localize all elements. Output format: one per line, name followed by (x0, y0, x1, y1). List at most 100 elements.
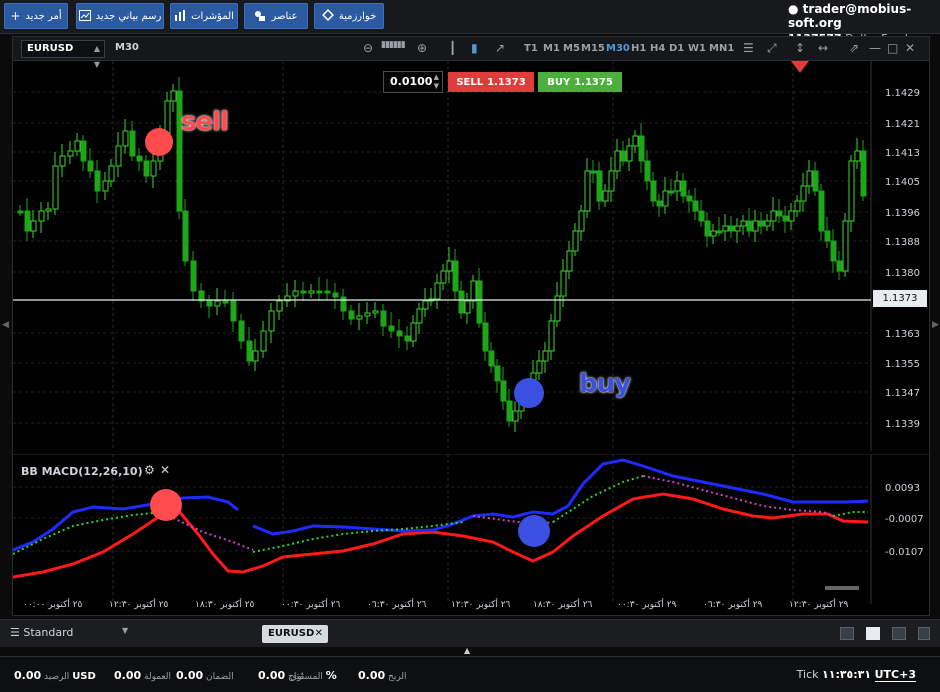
right-arrow-icon[interactable]: ▶ (932, 320, 939, 330)
sell-price: 1.1373 (487, 76, 526, 88)
symbol-tab-label: EURUSD (268, 628, 315, 639)
tf-d1[interactable]: D1 (669, 43, 684, 54)
new-order-button[interactable]: + أمر جديد (4, 3, 68, 29)
candle (446, 260, 453, 272)
candle (602, 190, 609, 202)
tf-m15[interactable]: M15 (581, 43, 605, 54)
collapse-panel-icon[interactable]: ▲ (464, 646, 470, 655)
zoom-slider[interactable]: ▮▮▮▮▮▮ (381, 40, 406, 50)
candle (416, 308, 423, 324)
close-icon[interactable]: ✕ (160, 463, 170, 477)
tf-w1[interactable]: W1 (688, 43, 706, 54)
candle (332, 292, 339, 298)
candle (300, 290, 307, 294)
price-tick-label: 1.1380 (885, 268, 920, 279)
level-label: المستوى (290, 672, 323, 682)
candle (252, 350, 259, 362)
layout-columns-icon[interactable] (892, 627, 906, 640)
status-bar: 0.00 الرصيد USD 0.00 العمولة الضمان 0.00… (0, 656, 940, 692)
tf-m1[interactable]: M1 (543, 43, 560, 54)
zoom-out-icon[interactable]: ⊖ (363, 41, 373, 55)
candle (190, 260, 197, 292)
candle (626, 145, 633, 162)
candle (348, 310, 355, 320)
layout-grid-icon[interactable] (866, 627, 880, 640)
current-price-label: 1.1373 (873, 290, 927, 307)
layout-rows-icon[interactable] (918, 627, 930, 640)
macd-blue-line (252, 458, 869, 536)
candle (102, 180, 109, 192)
free-value: 0.00 (258, 669, 286, 682)
candle (548, 320, 555, 352)
candle (452, 260, 459, 292)
gear-icon[interactable]: ⚙ (144, 463, 155, 477)
candle-chart-icon[interactable]: ▮ (471, 41, 478, 55)
shapes-icon (254, 10, 266, 23)
sell-button[interactable]: SELL 1.1373 (448, 72, 534, 92)
fit-icon[interactable]: ⤢ (767, 41, 777, 56)
candle (38, 210, 45, 222)
algorithm-button[interactable]: خوارزمية (314, 3, 384, 29)
candle (52, 165, 59, 210)
tf-t1[interactable]: T1 (524, 43, 538, 54)
new-chart-button[interactable]: رسم بياني جديد (76, 3, 164, 29)
candle (500, 380, 507, 402)
candle (246, 340, 253, 362)
signal-magenta-line (172, 517, 254, 551)
tf-m30[interactable]: M30 (606, 43, 630, 54)
buy-button[interactable]: BUY 1.1375 (538, 72, 622, 92)
candle (372, 310, 379, 314)
macd-panel[interactable]: 0.0093 -0.0007 -0.0107 ٢٥ أكتوبر ٠٠:٠٠ ٢٥ أك… (13, 454, 929, 616)
left-arrow-icon[interactable]: ◀ (2, 320, 9, 330)
tf-h4[interactable]: H4 (650, 43, 665, 54)
candle (464, 300, 471, 314)
close-tab-icon[interactable]: ✕ (315, 625, 323, 643)
candle (59, 155, 66, 167)
sell-signal-dot (145, 128, 173, 156)
zoom-in-icon[interactable]: ⊕ (417, 41, 427, 55)
bar-chart-icon[interactable]: ┃ (449, 41, 456, 55)
candle (860, 150, 867, 197)
candle (316, 290, 323, 294)
tf-mn1[interactable]: MN1 (709, 43, 734, 54)
candle (668, 190, 675, 194)
layout-single-icon[interactable] (840, 627, 854, 640)
timezone[interactable]: UTC+3 (874, 668, 916, 682)
menu-icon: ☰ (10, 626, 20, 639)
lot-size-input[interactable]: 0.0100 ▲ ▼ (383, 71, 443, 93)
list-icon[interactable]: ☰ (743, 41, 754, 55)
candle (292, 290, 299, 297)
indicators-button[interactable]: المؤشرات (170, 3, 238, 29)
candle (404, 335, 411, 342)
minimize-icon[interactable]: — (869, 41, 881, 55)
maximize-icon[interactable]: □ (887, 41, 898, 55)
objects-button[interactable]: عناصر (244, 3, 308, 29)
candle (620, 150, 627, 162)
tf-m5[interactable]: M5 (563, 43, 580, 54)
line-chart-icon[interactable]: ↗ (495, 41, 505, 55)
candle (380, 310, 387, 327)
symbol-value: EURUSD (27, 43, 74, 54)
symbol-selector[interactable]: EURUSD ▲ ▼ (21, 40, 105, 69)
candle (746, 220, 753, 232)
popout-icon[interactable]: ⇗ (849, 41, 859, 55)
candle (776, 210, 783, 217)
candle (476, 280, 483, 324)
algorithm-label: خوارزمية (338, 10, 377, 22)
price-chart[interactable]: 1.1429 1.1421 1.1413 1.1405 1.1396 1.1388 1.13… (13, 61, 929, 451)
candle (584, 170, 591, 212)
symbol-tab[interactable]: EURUSD ✕ (262, 625, 328, 643)
user-icon: ● (788, 2, 799, 16)
candle (656, 200, 663, 207)
layout-selector[interactable]: ☰ Standard ▼ (10, 626, 128, 639)
price-tick-label: 1.1413 (885, 148, 920, 159)
vertical-scale-icon[interactable]: ↕ (795, 41, 805, 55)
close-window-icon[interactable]: ✕ (905, 41, 915, 55)
tf-h1[interactable]: H1 (631, 43, 646, 54)
candle (698, 210, 705, 222)
candle (488, 350, 495, 367)
buy-label: BUY (547, 76, 571, 88)
candle (276, 300, 283, 312)
horizontal-scale-icon[interactable]: ↔ (818, 41, 828, 55)
currency: USD (72, 671, 96, 682)
